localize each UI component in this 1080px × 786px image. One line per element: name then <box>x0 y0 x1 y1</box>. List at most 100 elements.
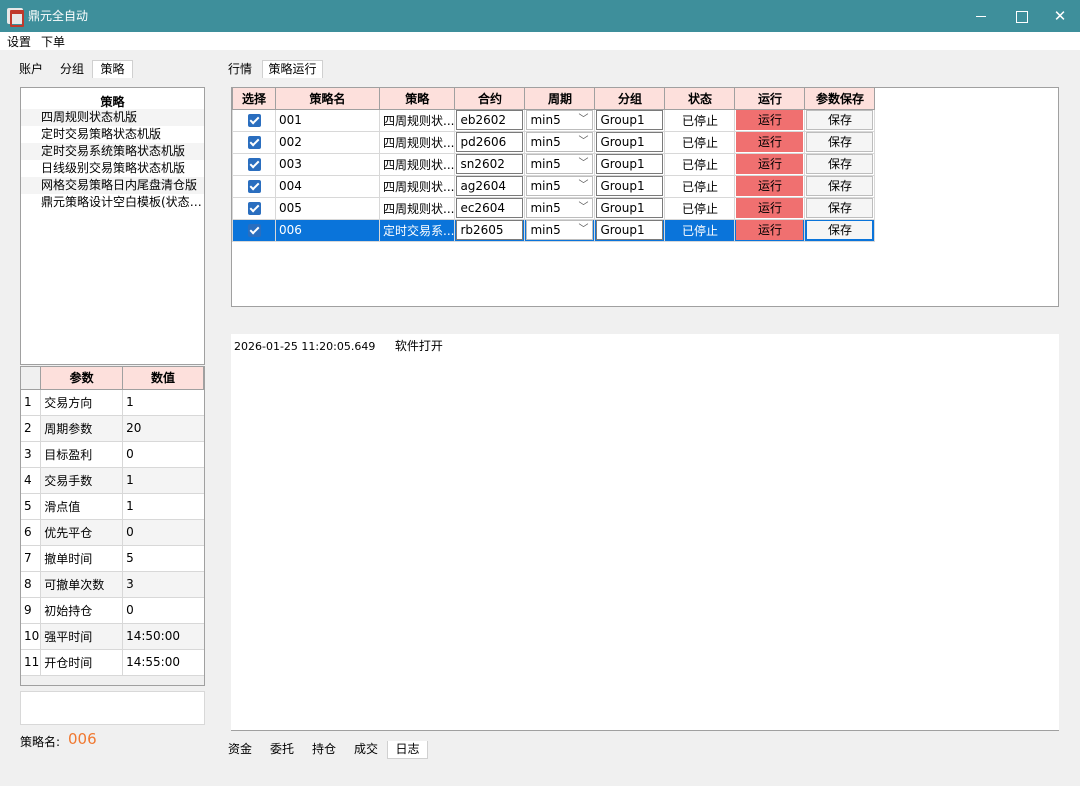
chevron-down-icon[interactable]: ﹀ <box>578 111 588 129</box>
chevron-down-icon[interactable]: ﹀ <box>578 199 588 217</box>
group-input[interactable]: Group1 <box>596 198 664 218</box>
table-row[interactable]: 004 四周规则状... ag2604 min5 ﹀ Group1 已停止 运行 保存 <box>232 174 876 198</box>
strategy-list-item[interactable]: 四周规则状态机版 <box>21 109 204 126</box>
param-value[interactable]: 3 <box>122 571 204 598</box>
tab-account[interactable]: 账户 <box>14 61 48 79</box>
save-cell[interactable]: 保存 <box>804 108 876 132</box>
param-value[interactable]: 14:50:00 <box>122 623 204 650</box>
group-input[interactable]: Group1 <box>596 132 664 152</box>
param-row[interactable]: 1 交易方向 1 <box>21 389 204 416</box>
param-value[interactable]: 0 <box>122 597 204 624</box>
strategy-list-item[interactable]: 鼎元策略设计空白模板(状态机版... <box>21 194 204 211</box>
period-cell[interactable]: min5 ﹀ <box>524 130 596 154</box>
run-button[interactable]: 运行 <box>736 154 804 174</box>
select-checkbox[interactable] <box>247 114 261 127</box>
menu-order[interactable]: 下单 <box>41 33 65 50</box>
contract-input[interactable]: ag2604 <box>456 176 524 196</box>
period-select[interactable]: min5 ﹀ <box>526 198 594 218</box>
strategy-list-item[interactable]: 日线级别交易策略状态机版 <box>21 160 204 177</box>
contract-cell[interactable]: sn2602 <box>454 152 526 176</box>
table-row[interactable]: 002 四周规则状... pd2606 min5 ﹀ Group1 已停止 运行 保存 <box>232 130 876 154</box>
strategy-cell[interactable]: 定时交易系... <box>378 218 456 242</box>
select-checkbox[interactable] <box>247 158 261 171</box>
contract-input[interactable]: eb2602 <box>456 110 524 130</box>
param-value[interactable]: 1 <box>122 493 204 520</box>
period-select[interactable]: min5 ﹀ <box>526 154 594 174</box>
group-input[interactable]: Group1 <box>596 220 664 240</box>
run-button[interactable]: 运行 <box>736 220 804 240</box>
period-cell[interactable]: min5 ﹀ <box>524 196 596 220</box>
contract-cell[interactable]: rb2605 <box>454 218 526 242</box>
tab-funds[interactable]: 资金 <box>224 741 256 759</box>
tab-positions[interactable]: 持仓 <box>308 741 340 759</box>
group-cell[interactable]: Group1 <box>594 218 666 242</box>
group-input[interactable]: Group1 <box>596 176 664 196</box>
param-value[interactable]: 0 <box>122 441 204 468</box>
strategy-list-item[interactable]: 网格交易策略日内尾盘清仓版 <box>21 177 204 194</box>
select-checkbox[interactable] <box>247 224 261 237</box>
chevron-down-icon[interactable]: ﹀ <box>578 221 588 239</box>
param-value[interactable]: 14:55:00 <box>122 649 204 676</box>
contract-input[interactable]: ec2604 <box>456 198 524 218</box>
table-row[interactable]: 003 四周规则状... sn2602 min5 ﹀ Group1 已停止 运行 保存 <box>232 152 876 176</box>
select-cell[interactable] <box>232 218 276 242</box>
run-cell[interactable]: 运行 <box>734 152 806 176</box>
param-row[interactable]: 8 可撤单次数 3 <box>21 571 204 598</box>
chevron-down-icon[interactable]: ﹀ <box>578 155 588 173</box>
chevron-down-icon[interactable]: ﹀ <box>578 177 588 195</box>
contract-cell[interactable]: pd2606 <box>454 130 526 154</box>
table-row[interactable]: 001 四周规则状... eb2602 min5 ﹀ Group1 已停止 运行 保存 <box>232 108 876 132</box>
run-cell[interactable]: 运行 <box>734 218 806 242</box>
run-button[interactable]: 运行 <box>736 132 804 152</box>
strategy-cell[interactable]: 四周规则状... <box>378 130 456 154</box>
run-cell[interactable]: 运行 <box>734 130 806 154</box>
period-select[interactable]: min5 ﹀ <box>526 132 594 152</box>
group-cell[interactable]: Group1 <box>594 152 666 176</box>
select-cell[interactable] <box>232 108 276 132</box>
save-button[interactable]: 保存 <box>806 132 874 152</box>
menu-settings[interactable]: 设置 <box>7 33 31 50</box>
blank-input-box[interactable] <box>20 691 205 725</box>
save-button[interactable]: 保存 <box>806 110 874 130</box>
run-button[interactable]: 运行 <box>736 198 804 218</box>
param-row[interactable]: 10 强平时间 14:50:00 <box>21 623 204 650</box>
strategy-cell[interactable]: 四周规则状... <box>378 196 456 220</box>
param-row[interactable]: 9 初始持仓 0 <box>21 597 204 624</box>
save-button[interactable]: 保存 <box>806 154 874 174</box>
strategy-cell[interactable]: 四周规则状... <box>378 108 456 132</box>
period-cell[interactable]: min5 ﹀ <box>524 108 596 132</box>
contract-input[interactable]: sn2602 <box>456 154 524 174</box>
select-cell[interactable] <box>232 152 276 176</box>
strategy-name-cell[interactable]: 006 <box>275 218 380 242</box>
run-button[interactable]: 运行 <box>736 176 804 196</box>
contract-input[interactable]: pd2606 <box>456 132 524 152</box>
strategy-list-item[interactable]: 定时交易策略状态机版 <box>21 126 204 143</box>
strategy-name-cell[interactable]: 003 <box>275 152 380 176</box>
run-cell[interactable]: 运行 <box>734 108 806 132</box>
strategy-name-cell[interactable]: 001 <box>275 108 380 132</box>
group-input[interactable]: Group1 <box>596 110 664 130</box>
run-cell[interactable]: 运行 <box>734 174 806 198</box>
save-cell[interactable]: 保存 <box>804 218 876 242</box>
run-button[interactable]: 运行 <box>736 110 804 130</box>
save-cell[interactable]: 保存 <box>804 196 876 220</box>
save-button[interactable]: 保存 <box>806 198 874 218</box>
save-cell[interactable]: 保存 <box>804 174 876 198</box>
select-checkbox[interactable] <box>247 180 261 193</box>
group-cell[interactable]: Group1 <box>594 196 666 220</box>
select-cell[interactable] <box>232 196 276 220</box>
param-row[interactable]: 2 周期参数 20 <box>21 415 204 442</box>
param-row[interactable]: 3 目标盈利 0 <box>21 441 204 468</box>
param-value[interactable]: 5 <box>122 545 204 572</box>
run-cell[interactable]: 运行 <box>734 196 806 220</box>
strategy-name-cell[interactable]: 002 <box>275 130 380 154</box>
param-row[interactable]: 4 交易手数 1 <box>21 467 204 494</box>
contract-cell[interactable]: ag2604 <box>454 174 526 198</box>
group-cell[interactable]: Group1 <box>594 130 666 154</box>
strategy-name-cell[interactable]: 005 <box>275 196 380 220</box>
tab-group[interactable]: 分组 <box>56 61 88 79</box>
contract-input[interactable]: rb2605 <box>456 220 524 240</box>
strategy-cell[interactable]: 四周规则状... <box>378 174 456 198</box>
param-value[interactable]: 1 <box>122 467 204 494</box>
save-cell[interactable]: 保存 <box>804 152 876 176</box>
